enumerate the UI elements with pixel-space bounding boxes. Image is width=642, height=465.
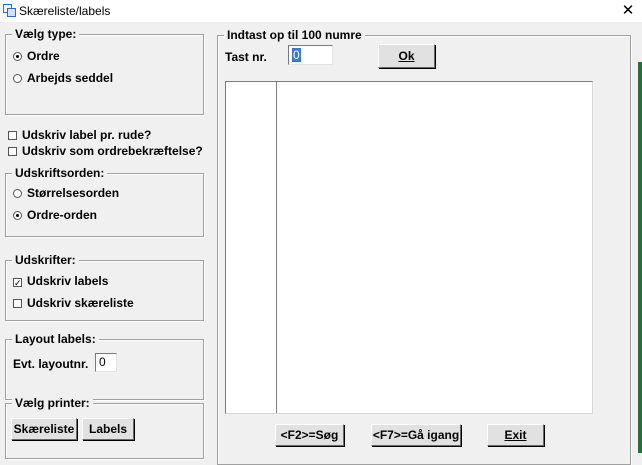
printer-labels-button[interactable]: Labels: [82, 418, 134, 440]
layout-labels-group: Layout labels: Evt. layoutnr. 0: [5, 332, 204, 400]
ok-button[interactable]: Ok: [378, 44, 435, 68]
radio-ordre-orden-label: Ordre-orden: [27, 208, 98, 222]
numbers-listbox[interactable]: [225, 81, 593, 414]
radio-ordre-orden[interactable]: Ordre-orden: [13, 208, 97, 222]
printer-skaereliste-button[interactable]: Skæreliste: [11, 418, 77, 440]
vaelg-printer-group: Vælg printer: Skæreliste Labels: [5, 396, 204, 459]
checkbox-ordrebekraeftelse-box: [8, 147, 17, 156]
radio-arbejds-seddel-label: Arbejds seddel: [27, 71, 114, 85]
radio-ordre-orden-indicator: [13, 211, 22, 220]
checkbox-label-pr-rude-box: [8, 131, 17, 140]
checkbox-udskriv-skaereliste[interactable]: Udskriv skæreliste: [13, 296, 134, 310]
tast-nr-value: 0: [292, 48, 301, 62]
indtast-legend: Indtast op til 100 numre: [224, 28, 365, 42]
radio-stoerrelsesorden-indicator: [13, 189, 22, 198]
start-f7-button[interactable]: <F7>=Gå igang: [371, 424, 461, 446]
listbox-column-divider: [276, 82, 277, 413]
checkbox-udskriv-skaereliste-label: Udskriv skæreliste: [27, 296, 134, 310]
vaelg-type-legend: Vælg type:: [12, 27, 80, 41]
radio-ordre[interactable]: Ordre: [13, 49, 60, 63]
tast-nr-label: Tast nr.: [225, 50, 267, 64]
checkbox-ordrebekraeftelse[interactable]: Udskriv som ordrebekræftelse?: [8, 144, 203, 158]
radio-arbejds-seddel[interactable]: Arbejds seddel: [13, 71, 113, 85]
vaelg-type-group: Vælg type: Ordre Arbejds seddel: [5, 27, 204, 115]
layout-labels-legend: Layout labels:: [12, 332, 99, 346]
window-title: Skæreliste/labels: [19, 4, 111, 18]
checkbox-label-pr-rude[interactable]: Udskriv label pr. rude?: [8, 128, 151, 142]
udskriftsorden-group: Udskriftsorden: Størrelsesorden Ordre-or…: [5, 166, 204, 237]
title-bar: Skæreliste/labels ✕: [0, 0, 642, 22]
radio-stoerrelsesorden[interactable]: Størrelsesorden: [13, 186, 119, 200]
checkbox-udskriv-labels-box: ✓: [13, 278, 22, 288]
background-window-edge: [638, 62, 642, 453]
search-f2-button[interactable]: <F2>=Søg: [275, 424, 344, 446]
layoutnr-label: Evt. layoutnr.: [13, 357, 89, 371]
checkbox-udskriv-labels-label: Udskriv labels: [27, 274, 109, 288]
vaelg-printer-legend: Vælg printer:: [12, 396, 93, 410]
radio-stoerrelsesorden-label: Størrelsesorden: [27, 186, 120, 200]
radio-ordre-indicator: [13, 52, 22, 61]
app-icon: [3, 4, 16, 17]
udskriftsorden-legend: Udskriftsorden:: [12, 166, 108, 180]
radio-ordre-label: Ordre: [27, 49, 60, 63]
indtast-group: Indtast op til 100 numre Tast nr. 0 Ok: [217, 28, 631, 465]
checkbox-udskriv-labels[interactable]: ✓ Udskriv labels: [13, 274, 108, 288]
layoutnr-input[interactable]: 0: [95, 353, 117, 372]
close-button[interactable]: ✕: [614, 0, 642, 22]
tast-nr-input[interactable]: 0: [288, 45, 333, 65]
dialog-client-area: Vælg type: Ordre Arbejds seddel Udskriv …: [0, 22, 642, 465]
udskrifter-legend: Udskrifter:: [12, 253, 79, 267]
udskrifter-group: Udskrifter: ✓ Udskriv labels Udskriv skær…: [5, 253, 204, 321]
checkbox-ordrebekraeftelse-label: Udskriv som ordrebekræftelse?: [22, 144, 203, 158]
exit-button[interactable]: Exit: [487, 424, 544, 446]
radio-arbejds-seddel-indicator: [13, 74, 22, 83]
checkbox-udskriv-skaereliste-box: [13, 299, 22, 308]
checkbox-label-pr-rude-label: Udskriv label pr. rude?: [22, 128, 152, 142]
